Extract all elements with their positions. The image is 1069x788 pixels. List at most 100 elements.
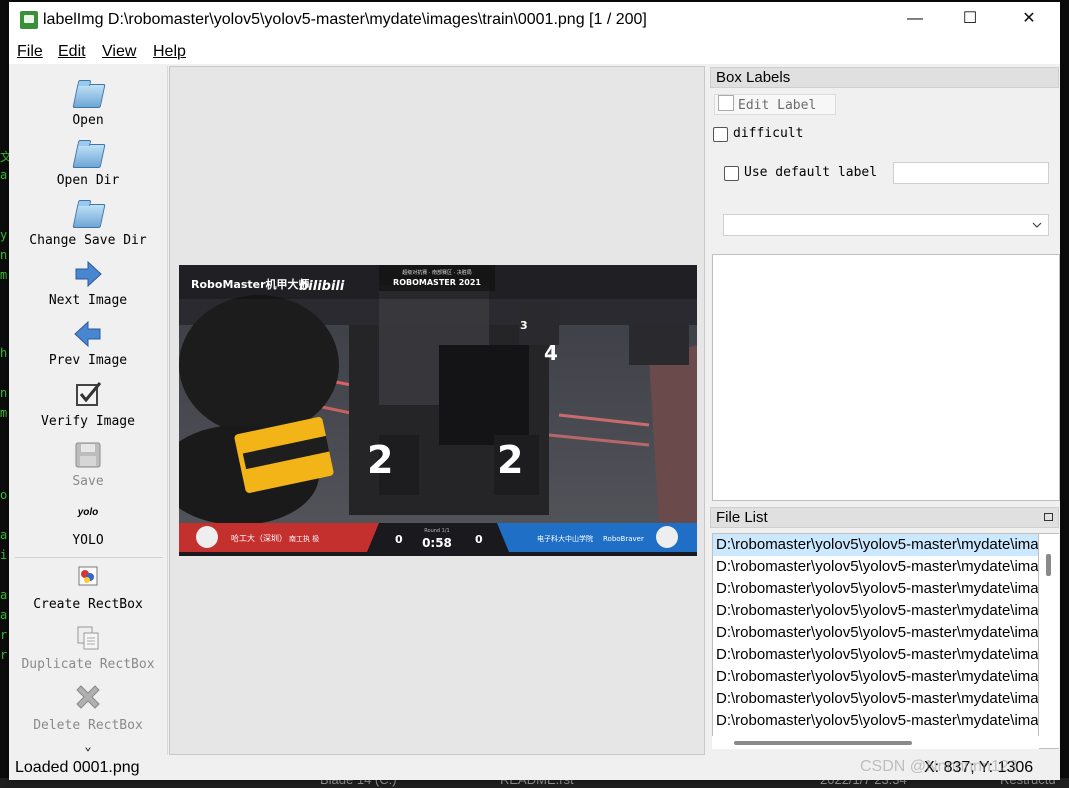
save-button[interactable]: Save (9, 439, 167, 489)
file-list-header: File List (710, 507, 1059, 528)
vscroll-thumb[interactable] (1046, 554, 1051, 576)
toolbar: Open Open Dir Change Save Dir Next Image… (9, 66, 168, 755)
robot-number-right: 2 (497, 438, 523, 482)
create-rectbox-label: Create RectBox (33, 597, 143, 612)
menu-edit[interactable]: Edit (58, 43, 86, 61)
terminal-glyph: r (0, 648, 8, 662)
title-bar[interactable]: labelImg D:\robomaster\yolov5\yolov5-mas… (9, 2, 1060, 38)
default-label-input[interactable] (893, 162, 1049, 184)
folder-open-icon (72, 138, 106, 170)
csdn-watermark: CSDN @Nnnnnnn123 (860, 758, 1018, 775)
change-save-dir-label: Change Save Dir (29, 233, 147, 248)
image-canvas[interactable]: RoboMaster机甲大师 bilibili 超级对抗赛 · 南部赛区 · 决… (169, 66, 705, 755)
chevron-down-icon (1032, 222, 1042, 228)
labelimg-window: labelImg D:\robomaster\yolov5\yolov5-mas… (9, 2, 1060, 780)
terminal-glyph: a (0, 168, 8, 182)
prev-image-button[interactable]: Prev Image (9, 318, 167, 368)
file-list-title: File List (716, 509, 768, 526)
left-team-name: 哈工大（深圳） (231, 533, 287, 543)
toolbar-divider (15, 557, 163, 558)
difficult-checkbox[interactable] (713, 127, 728, 142)
toolbar-more-button[interactable]: ⌄ (9, 740, 167, 752)
folder-open-icon (72, 78, 106, 110)
delete-x-icon (72, 683, 104, 715)
delete-rectbox-button[interactable]: Delete RectBox (9, 683, 167, 733)
file-list-hscrollbar[interactable] (712, 736, 1039, 749)
terminal-glyph: i (0, 548, 8, 562)
right-panel: Box Labels Edit Label difficult Use defa… (710, 66, 1060, 755)
bilibili-logo: bilibili (299, 279, 345, 294)
duplicate-rectbox-button[interactable]: Duplicate RectBox (9, 622, 167, 672)
terminal-glyph: h (0, 346, 8, 360)
file-list-item[interactable]: D:\robomaster\yolov5\yolov5-master\mydat… (713, 710, 1038, 732)
menu-file[interactable]: File (17, 43, 43, 61)
hscroll-thumb[interactable] (734, 741, 912, 745)
file-list-item[interactable]: D:\robomaster\yolov5\yolov5-master\mydat… (713, 666, 1038, 688)
terminal-glyph: a (0, 528, 8, 542)
difficult-label: difficult (733, 126, 804, 141)
terminal-glyph: n (0, 386, 8, 400)
match-timer: 0:58 (422, 536, 452, 550)
file-list-item[interactable]: D:\robomaster\yolov5\yolov5-master\mydat… (713, 622, 1038, 644)
file-list-item[interactable]: D:\robomaster\yolov5\yolov5-master\mydat… (713, 688, 1038, 710)
status-message: Loaded 0001.png (15, 759, 140, 776)
file-list-item[interactable]: D:\robomaster\yolov5\yolov5-master\mydat… (713, 534, 1038, 556)
file-list[interactable]: D:\robomaster\yolov5\yolov5-master\mydat… (712, 533, 1039, 749)
floppy-disk-icon (72, 439, 104, 471)
prev-image-label: Prev Image (48, 353, 128, 368)
change-save-dir-button[interactable]: Change Save Dir (9, 198, 167, 248)
robot-number-left: 2 (367, 438, 393, 482)
label-list[interactable] (712, 254, 1060, 501)
format-label: YOLO (72, 533, 104, 548)
file-list-vscrollbar[interactable] (1039, 533, 1059, 749)
checkbox-check-icon (72, 379, 104, 411)
menu-view[interactable]: View (102, 43, 136, 61)
status-bar: Loaded 0001.png X: 837; Y: 1306 CSDN @Nn… (9, 755, 1060, 780)
minimize-button[interactable]: — (892, 2, 938, 38)
use-default-label-text: Use default label (744, 165, 878, 180)
use-default-label-checkbox[interactable] (724, 166, 739, 181)
maximize-button[interactable]: ☐ (947, 2, 993, 38)
file-list-item[interactable]: D:\robomaster\yolov5\yolov5-master\mydat… (713, 578, 1038, 600)
duplicate-icon (72, 622, 104, 654)
delete-rectbox-label: Delete RectBox (33, 718, 143, 733)
format-yolo-button[interactable]: yolo YOLO (9, 502, 167, 548)
terminal-glyph: a (0, 588, 8, 602)
menu-bar: File Edit View Help (9, 38, 1060, 64)
terminal-glyph: n (0, 248, 8, 262)
window-title: labelImg D:\robomaster\yolov5\yolov5-mas… (43, 11, 647, 28)
terminal-glyph: r (0, 628, 8, 642)
pencil-icon (718, 95, 734, 111)
app-icon (20, 11, 38, 29)
edit-label-text: Edit Label (738, 98, 817, 113)
next-image-button[interactable]: Next Image (9, 258, 167, 308)
file-list-item[interactable]: D:\robomaster\yolov5\yolov5-master\mydat… (713, 600, 1038, 622)
file-list-item[interactable]: D:\robomaster\yolov5\yolov5-master\mydat… (713, 556, 1038, 578)
create-rectbox-button[interactable]: Create RectBox (9, 562, 167, 612)
right-team-sub: RoboBraver (603, 535, 644, 543)
folder-open-icon (72, 198, 106, 230)
timer-label: Round 1/1 (424, 528, 449, 534)
file-list-item[interactable]: D:\robomaster\yolov5\yolov5-master\mydat… (713, 644, 1038, 666)
open-button[interactable]: Open (9, 78, 167, 128)
rectbox-icon (72, 562, 104, 594)
image-scene: RoboMaster机甲大师 bilibili 超级对抗赛 · 南部赛区 · 决… (179, 265, 697, 556)
right-score: 0 (475, 533, 483, 546)
left-team-sub: 南工执 极 (289, 534, 319, 543)
edit-label-button[interactable]: Edit Label (714, 94, 836, 115)
verify-image-label: Verify Image (41, 414, 135, 429)
verify-image-button[interactable]: Verify Image (9, 379, 167, 429)
close-button[interactable]: ✕ (1006, 2, 1052, 38)
terminal-glyph: a (0, 608, 8, 622)
open-dir-button[interactable]: Open Dir (9, 138, 167, 188)
annotation-image[interactable]: RoboMaster机甲大师 bilibili 超级对抗赛 · 南部赛区 · 决… (179, 265, 697, 556)
menu-help[interactable]: Help (153, 43, 186, 61)
arrow-left-icon (72, 318, 104, 350)
undock-icon[interactable] (1044, 513, 1053, 521)
broadcast-title: RoboMaster机甲大师 (191, 277, 310, 291)
label-combo-box[interactable] (723, 214, 1049, 236)
event-subtitle: 超级对抗赛 · 南部赛区 · 决胜局 (402, 269, 472, 276)
next-image-label: Next Image (48, 293, 128, 308)
terminal-glyph: o (0, 488, 8, 502)
robot-number-small: 3 (520, 319, 528, 332)
